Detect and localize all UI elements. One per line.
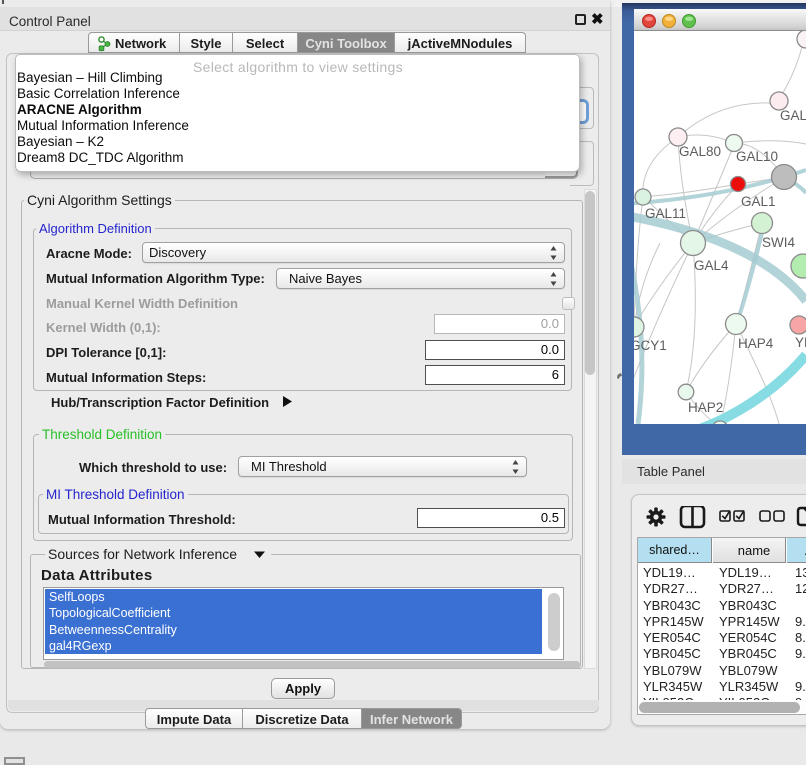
svg-text:GCY1: GCY1	[634, 338, 667, 353]
svg-text:GAL2: GAL2	[780, 108, 806, 123]
svg-text:HAP4: HAP4	[738, 336, 774, 351]
svg-text:GAL4: GAL4	[694, 258, 729, 273]
svg-text:GAL10: GAL10	[736, 149, 778, 164]
svg-text:SWI4: SWI4	[762, 235, 795, 250]
svg-text:GAL80: GAL80	[679, 144, 721, 159]
svg-text:YM: YM	[795, 335, 806, 350]
svg-text:GAL11: GAL11	[645, 206, 686, 221]
svg-text:HAP2: HAP2	[688, 400, 723, 415]
svg-text:GAL1: GAL1	[741, 194, 776, 209]
